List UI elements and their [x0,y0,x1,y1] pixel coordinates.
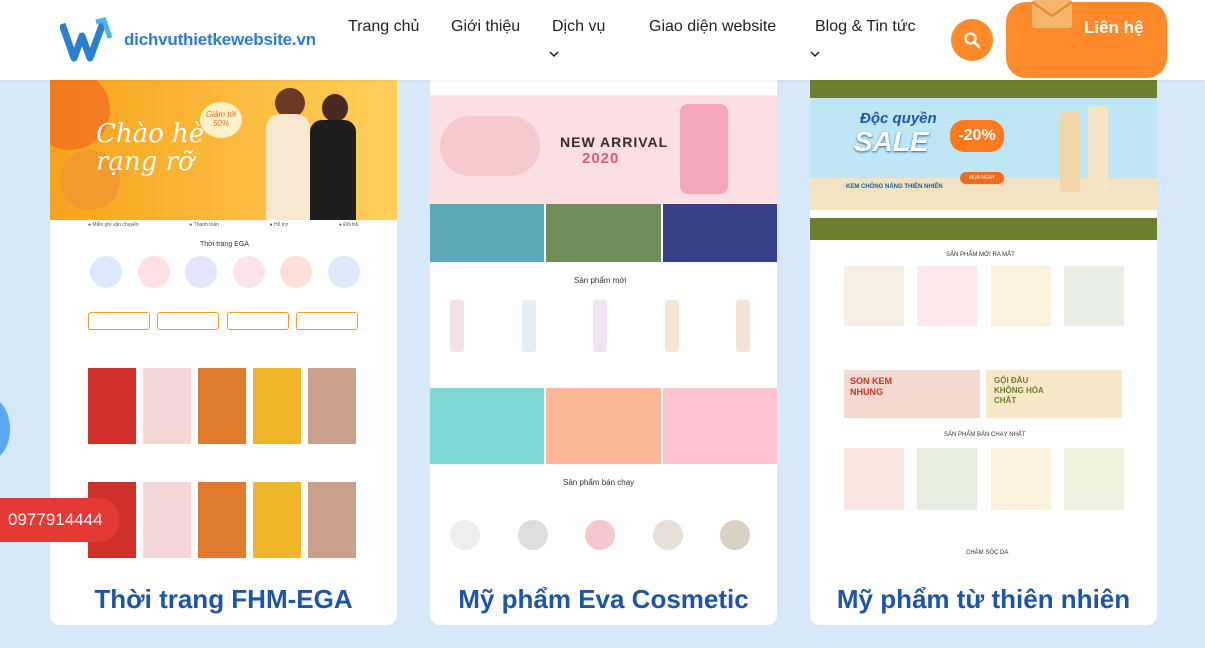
nav-item-about[interactable]: Giới thiệu [451,18,520,36]
natural-banner: Độc quyền SALE -20% KEM CHỐNG NẮNG THIÊN… [810,98,1157,210]
cosmetic-banner-year: 2020 [582,150,620,167]
cosmetic-best-products [450,520,750,550]
fashion-coupons [88,312,358,330]
logo[interactable]: dichvuthietkewebsite.vn [60,16,316,64]
nav-item-home[interactable]: Trang chủ [348,18,419,36]
template-title-cosmetic[interactable]: Mỹ phẩm Eva Cosmetic [430,584,777,615]
search-icon [964,32,981,49]
natural-best-products [844,448,1124,510]
chat-widget-button[interactable] [0,398,10,460]
template-card-natural[interactable]: Độc quyền SALE -20% KEM CHỐNG NẮNG THIÊN… [810,80,1157,625]
fashion-section-title: Thời trang EGA [200,241,249,248]
natural-nav [810,80,1157,98]
natural-features [810,218,1157,240]
template-title-fashion[interactable]: Thời trang FHM-EGA [50,584,397,615]
fashion-categories [90,256,360,288]
mail-icon [1031,0,1073,28]
fashion-banner-text: Chào hè rạng rỡ [96,119,205,177]
site-header: dichvuthietkewebsite.vn Trang chủ Giới t… [0,0,1205,80]
cosmetic-slider [430,204,777,262]
nav-item-services[interactable]: Dịch vụ [552,18,605,36]
template-card-fashion[interactable]: Chào hè rạng rỡ Giảm tới 50% ● Miễn phí … [50,80,397,625]
template-preview-fashion[interactable]: Chào hè rạng rỡ Giảm tới 50% ● Miễn phí … [50,80,397,564]
template-preview-cosmetic[interactable]: NEW ARRIVAL 2020 Sản phẩm mới Sản phẩm b… [430,80,777,564]
fashion-banner: Chào hè rạng rỡ Giảm tới 50% [50,80,397,220]
natural-section-new: SẢN PHẨM MỚI RA MẮT [946,252,1015,258]
natural-banner-line2: SALE [854,126,929,157]
contact-button[interactable]: Liên hệ [1006,0,1167,78]
cosmetic-section-best: Sản phẩm bán chạy [563,478,635,487]
cosmetic-banner-text: NEW ARRIVAL [560,134,669,150]
natural-promo-left: SON KEM NHUNG [844,370,980,418]
chevron-down-icon[interactable] [809,48,821,60]
phone-hotline-button[interactable]: 0977914444 [0,498,120,542]
fashion-product-grid [88,368,358,558]
natural-section-care: CHĂM SÓC DA [966,550,1009,556]
logo-icon [60,17,113,62]
cosmetic-topbar [430,84,777,96]
natural-section-best: SẢN PHẨM BÁN CHẠY NHẤT [944,432,1026,438]
fashion-features: ● Miễn phí vận chuyển ● Thanh toán ● Hỗ tr… [88,222,358,228]
template-preview-natural[interactable]: Độc quyền SALE -20% KEM CHỐNG NẮNG THIÊN… [810,80,1157,564]
natural-banner-sub: KEM CHỐNG NẮNG THIÊN NHIÊN [846,184,943,190]
natural-new-products [844,266,1124,326]
search-button[interactable] [951,19,993,61]
cosmetic-section-new: Sản phẩm mới [574,276,627,285]
nav-item-blog[interactable]: Blog & Tin tức [815,18,916,36]
template-title-natural[interactable]: Mỹ phẩm từ thiên nhiên [810,584,1157,615]
natural-promo-right: GỘI ĐẦU KHÔNG HÓA CHẤT [986,370,1122,418]
contact-label: Liên hệ [1084,18,1144,37]
chevron-down-icon[interactable] [548,48,560,60]
natural-banner-line1: Độc quyền [860,110,937,127]
cosmetic-banner: NEW ARRIVAL 2020 [430,96,777,204]
logo-text: dichvuthietkewebsite.vn [124,30,316,49]
nav-item-themes[interactable]: Giao diện website [649,18,776,36]
fashion-banner-badge: Giảm tới 50% [200,102,242,138]
natural-banner-cta: MUA NGAY [960,172,1004,184]
cosmetic-promo-row [430,388,777,464]
natural-banner-badge: -20% [950,120,1004,152]
cosmetic-new-products [450,300,750,352]
template-card-cosmetic[interactable]: NEW ARRIVAL 2020 Sản phẩm mới Sản phẩm b… [430,80,777,625]
